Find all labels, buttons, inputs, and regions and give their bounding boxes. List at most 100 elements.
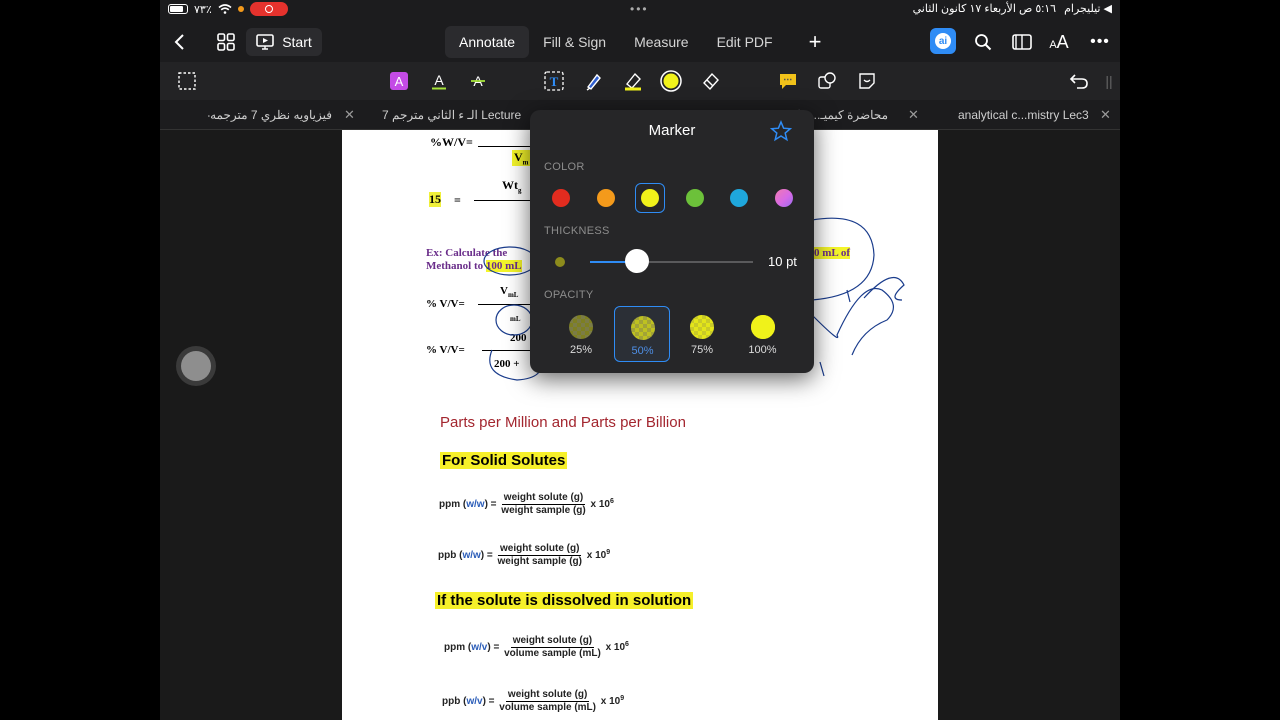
wifi-icon bbox=[218, 4, 232, 14]
back-to-app-link[interactable]: ◀ تيليجرام bbox=[1064, 2, 1112, 15]
opacity-label: 100% bbox=[748, 344, 777, 356]
ppb-ww-formula: ppb (w/w) = weight solute (g) weight samp… bbox=[438, 543, 610, 568]
ppm-ppb-heading: Parts per Million and Parts per Billion bbox=[440, 414, 686, 431]
status-bar: ٧٣٪ ••• ٥:١٦ ص الأربعاء ١٧ كانون الثاني … bbox=[160, 0, 1120, 18]
marker-settings-popover: Marker COLOR THICKNESS 10 pt OPACITY 25%… bbox=[530, 110, 814, 373]
ppm-ww-suffix: ) = bbox=[484, 499, 497, 511]
thickness-slider-handle[interactable] bbox=[625, 249, 650, 273]
tab-annotate[interactable]: Annotate bbox=[445, 26, 530, 58]
text-size-button[interactable]: AA bbox=[1046, 28, 1072, 56]
ppm-ww-exponent: 6 bbox=[610, 497, 614, 505]
comment-icon bbox=[780, 74, 796, 89]
textbox-icon: T bbox=[544, 71, 564, 91]
underline-tool[interactable]: A bbox=[428, 70, 450, 92]
ai-icon: ai bbox=[935, 33, 951, 49]
status-right: ٥:١٦ ص الأربعاء ١٧ كانون الثاني ◀ تيليجر… bbox=[913, 2, 1112, 15]
search-button[interactable] bbox=[972, 28, 994, 56]
marker-color-button[interactable] bbox=[660, 70, 682, 92]
shape-tool[interactable] bbox=[816, 70, 838, 92]
undo-button[interactable] bbox=[1068, 70, 1090, 92]
color-swatch[interactable] bbox=[552, 189, 570, 207]
orange-dot-indicator bbox=[237, 6, 244, 12]
eraser-tool[interactable] bbox=[700, 70, 722, 92]
opacity-option[interactable]: 100% bbox=[735, 306, 791, 362]
thickness-section-label: THICKNESS bbox=[544, 225, 610, 237]
opacity-preview-dot bbox=[690, 315, 714, 339]
comment-tool[interactable] bbox=[777, 70, 799, 92]
close-icon: ✕ bbox=[908, 107, 919, 122]
textbox-tool[interactable]: T bbox=[543, 70, 565, 92]
color-swatch[interactable] bbox=[596, 189, 615, 207]
doc-tab-4-close[interactable]: ✕ bbox=[1100, 100, 1111, 130]
thumbnails-button[interactable] bbox=[214, 28, 238, 56]
start-presentation-button[interactable]: Start bbox=[246, 28, 322, 56]
text-highlight-tool[interactable]: A bbox=[388, 70, 410, 92]
ppm-ww-denominator: weight sample (g) bbox=[501, 505, 586, 516]
start-label: Start bbox=[282, 34, 312, 50]
doc-tab-1-close[interactable]: ✕ bbox=[344, 100, 355, 130]
ppm-ww-unit: w/w bbox=[466, 499, 485, 511]
color-swatch[interactable] bbox=[685, 189, 704, 207]
color-dot-icon bbox=[660, 70, 682, 92]
ppb-wv-prefix: ppb ( bbox=[442, 696, 467, 708]
book-icon bbox=[1012, 34, 1032, 50]
presentation-icon bbox=[256, 34, 275, 50]
tab-fill-sign[interactable]: Fill & Sign bbox=[529, 26, 620, 58]
ppb-wv-suffix: ) = bbox=[482, 696, 495, 708]
tab-edit-pdf[interactable]: Edit PDF bbox=[703, 26, 787, 58]
svg-text:A: A bbox=[395, 74, 404, 89]
annotation-toolbar: A A A T || bbox=[160, 62, 1120, 162]
ppb-wv-exponent: 9 bbox=[620, 694, 625, 702]
ppb-ww-multiplier: x 10 bbox=[586, 550, 607, 562]
ppm-wv-formula: ppm (w/v) = weight solute (g) volume samp… bbox=[444, 635, 629, 660]
ppb-ww-denominator: weight sample (g) bbox=[497, 556, 582, 567]
multitask-dots[interactable]: ••• bbox=[630, 2, 649, 16]
opacity-label: 75% bbox=[690, 344, 714, 356]
thickness-slider-track[interactable] bbox=[590, 261, 753, 263]
screen-record-indicator[interactable] bbox=[249, 2, 288, 16]
doc-tab-1[interactable]: فيزياويه نظري 7 مترجمه-1 bbox=[208, 100, 332, 130]
toolbar-handle[interactable]: || bbox=[1098, 70, 1120, 92]
eraser-icon bbox=[703, 72, 719, 91]
ppm-wv-exponent: 6 bbox=[625, 640, 629, 648]
opacity-label: 50% bbox=[631, 345, 654, 357]
opacity-option[interactable]: 75% bbox=[674, 306, 730, 362]
ppb-wv-multiplier: x 10 bbox=[600, 696, 621, 708]
opacity-preview-dot bbox=[750, 315, 775, 339]
sticker-icon bbox=[859, 73, 875, 89]
favorite-button[interactable] bbox=[769, 120, 793, 142]
ppb-wv-denominator: volume sample (mL) bbox=[499, 702, 596, 713]
color-swatch[interactable] bbox=[641, 189, 659, 207]
assistive-touch-button[interactable] bbox=[176, 346, 216, 386]
shapes-icon bbox=[818, 72, 836, 89]
sticker-tool[interactable] bbox=[856, 70, 878, 92]
ai-assistant-button[interactable]: ai bbox=[930, 28, 956, 54]
ppb-ww-unit: w/w bbox=[462, 550, 481, 562]
marker-tool[interactable] bbox=[622, 70, 644, 92]
ppb-ww-fraction: weight solute (g) weight sample (g) bbox=[496, 543, 584, 568]
opacity-preview-dot bbox=[630, 316, 655, 340]
underline-icon: A bbox=[432, 72, 446, 90]
pen-tool[interactable] bbox=[583, 70, 605, 92]
doc-tab-2[interactable]: الـ ء الثاني مترجم 7 Lecture bbox=[382, 100, 522, 130]
doc-tab-4[interactable]: analytical c...mistry Lec3 bbox=[958, 100, 1092, 130]
lasso-select-tool[interactable] bbox=[176, 70, 198, 92]
strikethrough-tool[interactable]: A bbox=[467, 70, 489, 92]
add-button[interactable]: + bbox=[804, 28, 826, 56]
color-swatch[interactable] bbox=[774, 189, 793, 207]
opacity-option[interactable]: 50% bbox=[613, 306, 670, 362]
mode-tabs: Annotate Fill & Sign Measure Edit PDF bbox=[445, 26, 787, 58]
back-button[interactable] bbox=[168, 28, 192, 56]
ppb-ww-prefix: ppb ( bbox=[438, 550, 463, 562]
ppm-wv-prefix: ppm ( bbox=[444, 642, 472, 654]
color-swatch[interactable] bbox=[730, 189, 748, 207]
ppb-wv-unit: w/v bbox=[466, 696, 483, 708]
tab-measure[interactable]: Measure bbox=[620, 26, 702, 58]
pen-icon bbox=[586, 73, 601, 91]
more-menu-button[interactable]: ••• bbox=[1088, 28, 1112, 56]
battery-percent: ٧٣٪ bbox=[194, 3, 212, 16]
ppm-ww-numerator: weight solute (g) bbox=[501, 492, 586, 505]
reader-view-button[interactable] bbox=[1010, 28, 1034, 56]
doc-tab-3-close[interactable]: ✕ bbox=[908, 100, 919, 130]
opacity-option[interactable]: 25% bbox=[553, 306, 609, 362]
